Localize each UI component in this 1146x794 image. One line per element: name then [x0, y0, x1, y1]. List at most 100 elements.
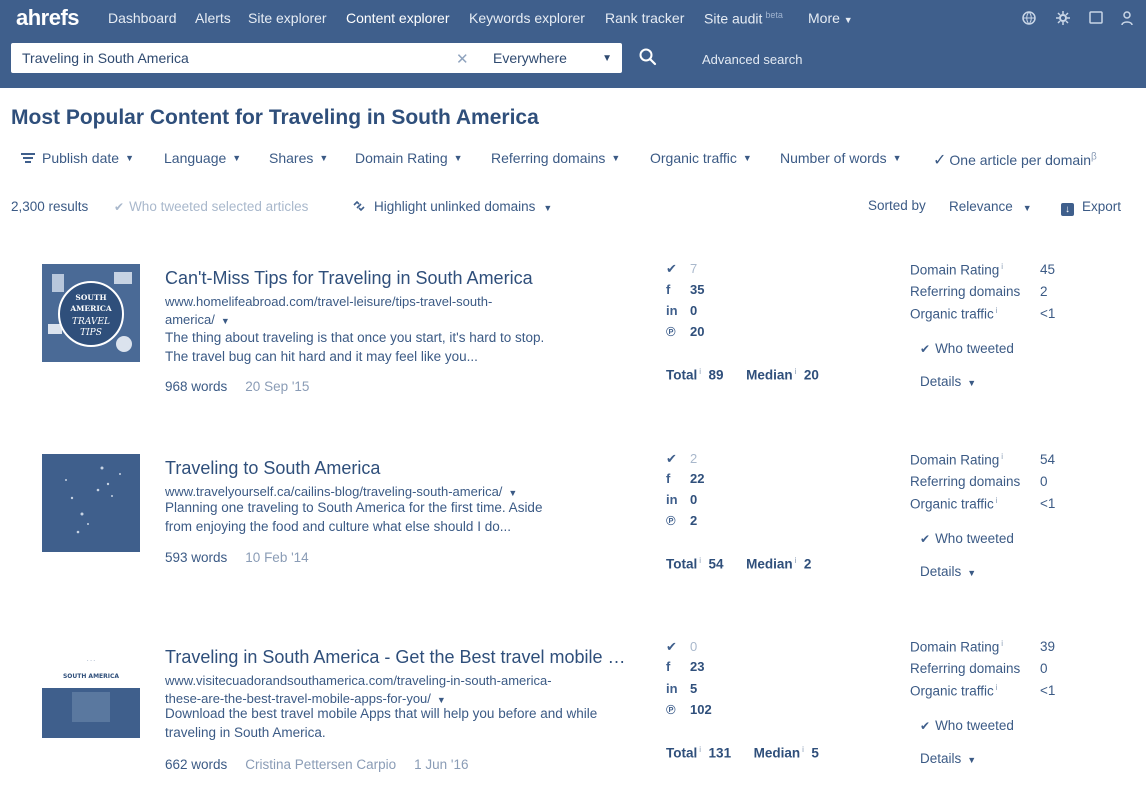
organic-traffic-label: Organic traffic i [910, 496, 998, 512]
filter-organic-traffic-label: Organic traffic [650, 150, 737, 166]
result-thumbnail[interactable]: SOUTH AMERICA TRAVEL TIPS [42, 264, 140, 362]
top-navigation: ahrefs Dashboard Alerts Site explorer Co… [0, 0, 1146, 36]
twitter-icon: ✔ [666, 451, 677, 466]
chevron-down-icon[interactable]: ▼ [508, 488, 517, 498]
chevron-down-icon: ▼ [843, 15, 853, 25]
result-title[interactable]: Traveling to South America [165, 458, 630, 479]
filter-language-label: Language [164, 150, 227, 166]
twitter-icon: ✔ [920, 342, 931, 356]
page-title: Most Popular Content for Traveling in So… [11, 106, 539, 129]
globe-icon[interactable] [1021, 10, 1037, 26]
highlight-unlinked-dropdown[interactable]: Highlight unlinked domains ▼ [352, 199, 552, 214]
pinterest-shares: ℗ 102 [666, 702, 712, 717]
total-label: Total [666, 556, 698, 572]
filter-domain-rating[interactable]: Domain Rating ▼ [355, 150, 463, 166]
who-tweeted-button[interactable]: ✔ Who tweeted [920, 531, 1014, 546]
info-icon: i [699, 556, 702, 565]
organic-traffic-label-text: Organic traffic [910, 496, 994, 512]
sort-select[interactable]: Relevance ▼ [949, 199, 1032, 214]
filter-number-of-words[interactable]: Number of words ▼ [780, 150, 902, 166]
search-input[interactable] [11, 43, 451, 73]
twitter-shares: ✔ 7 [666, 261, 697, 277]
facebook-shares: f 23 [666, 659, 704, 674]
info-icon: i [794, 556, 797, 565]
details-dropdown[interactable]: Details ▼ [920, 751, 976, 766]
thumb-text: TRAVEL [72, 317, 110, 327]
settings-icon[interactable] [1055, 10, 1071, 26]
who-tweeted-selected-button[interactable]: ✔ Who tweeted selected articles [114, 199, 308, 214]
chevron-down-icon: ▼ [602, 53, 612, 64]
referring-domains-label: Referring domains [910, 284, 1021, 299]
chevron-down-icon: ▼ [967, 378, 977, 388]
twitter-icon: ✔ [114, 200, 125, 214]
facebook-shares: f 35 [666, 282, 704, 297]
linkedin-icon: in [666, 492, 678, 507]
details-label: Details [920, 564, 962, 579]
facebook-shares: f 22 [666, 471, 704, 486]
result-thumbnail[interactable]: · · · SOUTH AMERICA [42, 640, 140, 738]
publish-date: 20 Sep '15 [245, 379, 310, 394]
chevron-down-icon[interactable]: ▼ [221, 316, 230, 326]
facebook-count: 22 [690, 471, 705, 486]
export-button[interactable]: ↓ Export [1061, 199, 1121, 216]
nav-site-audit[interactable]: Site audit beta [704, 10, 783, 27]
filter-language[interactable]: Language ▼ [164, 150, 241, 166]
filter-organic-traffic[interactable]: Organic traffic ▼ [650, 150, 752, 166]
details-dropdown[interactable]: Details ▼ [920, 564, 976, 579]
filter-referring-domains[interactable]: Referring domains ▼ [491, 150, 620, 166]
user-icon[interactable] [1119, 10, 1135, 26]
organic-traffic-value: <1 [1040, 683, 1056, 698]
advanced-search-link[interactable]: Advanced search [702, 52, 802, 67]
nav-more[interactable]: More ▼ [808, 10, 853, 26]
referring-domains-value[interactable]: 0 [1040, 474, 1048, 489]
result-url[interactable]: www.homelifeabroad.com/travel-leisure/ti… [165, 293, 565, 330]
filter-one-article-per-domain[interactable]: ✓ One article per domainβ [933, 150, 1097, 170]
search-button[interactable] [638, 47, 662, 71]
result-description-line: The thing about traveling is that once y… [165, 330, 545, 345]
who-tweeted-button[interactable]: ✔ Who tweeted [920, 718, 1014, 733]
chevron-down-icon: ▼ [892, 153, 902, 163]
nav-rank-tracker[interactable]: Rank tracker [605, 10, 684, 26]
organic-traffic-label-text: Organic traffic [910, 306, 994, 322]
median-value: 5 [811, 745, 819, 761]
nav-keywords-explorer[interactable]: Keywords explorer [469, 10, 585, 26]
result-description: Download the best travel mobile Apps tha… [165, 704, 635, 742]
nav-content-explorer[interactable]: Content explorer [346, 10, 450, 26]
twitter-shares: ✔ 2 [666, 451, 697, 467]
result-thumbnail[interactable] [42, 454, 140, 552]
referring-domains-label: Referring domains [910, 661, 1021, 676]
pinterest-icon: ℗ [666, 702, 676, 717]
organic-traffic-label: Organic traffic i [910, 683, 998, 699]
nav-site-explorer[interactable]: Site explorer [248, 10, 327, 26]
result-description-line: traveling in South America. [165, 725, 326, 740]
details-dropdown[interactable]: Details ▼ [920, 374, 976, 389]
filter-one-article-label: One article per domain [949, 152, 1092, 168]
info-icon: i [995, 683, 998, 692]
filter-shares[interactable]: Shares ▼ [269, 150, 328, 166]
nav-alerts[interactable]: Alerts [195, 10, 231, 26]
scope-select[interactable]: Everywhere ▼ [493, 50, 618, 66]
referring-domains-value[interactable]: 2 [1040, 284, 1048, 299]
details-label: Details [920, 374, 962, 389]
share-totals: Total i 131 Median i 5 [666, 745, 819, 761]
clear-icon[interactable]: ✕ [456, 50, 469, 68]
twitter-icon: ✔ [920, 719, 931, 733]
nav-dashboard[interactable]: Dashboard [108, 10, 177, 26]
filter-publish-date[interactable]: Publish date ▼ [20, 150, 134, 166]
ahrefs-logo[interactable]: ahrefs [16, 5, 80, 31]
twitter-shares: ✔ 0 [666, 639, 697, 655]
screen-icon[interactable] [1088, 10, 1104, 26]
who-tweeted-button[interactable]: ✔ Who tweeted [920, 341, 1014, 356]
result-title[interactable]: Can't-Miss Tips for Traveling in South A… [165, 268, 630, 289]
result-meta: 593 words 10 Feb '14 [165, 550, 327, 565]
who-tweeted-label: Who tweeted [935, 718, 1014, 733]
result-title[interactable]: Traveling in South America - Get the Bes… [165, 647, 630, 668]
filter-domain-rating-label: Domain Rating [355, 150, 448, 166]
organic-traffic-label: Organic traffic i [910, 306, 998, 322]
total-label: Total [666, 745, 698, 761]
who-tweeted-label: Who tweeted [935, 341, 1014, 356]
share-totals: Total i 89 Median i 20 [666, 367, 819, 383]
filter-referring-domains-label: Referring domains [491, 150, 606, 166]
referring-domains-value[interactable]: 0 [1040, 661, 1048, 676]
word-count: 593 words [165, 550, 228, 565]
